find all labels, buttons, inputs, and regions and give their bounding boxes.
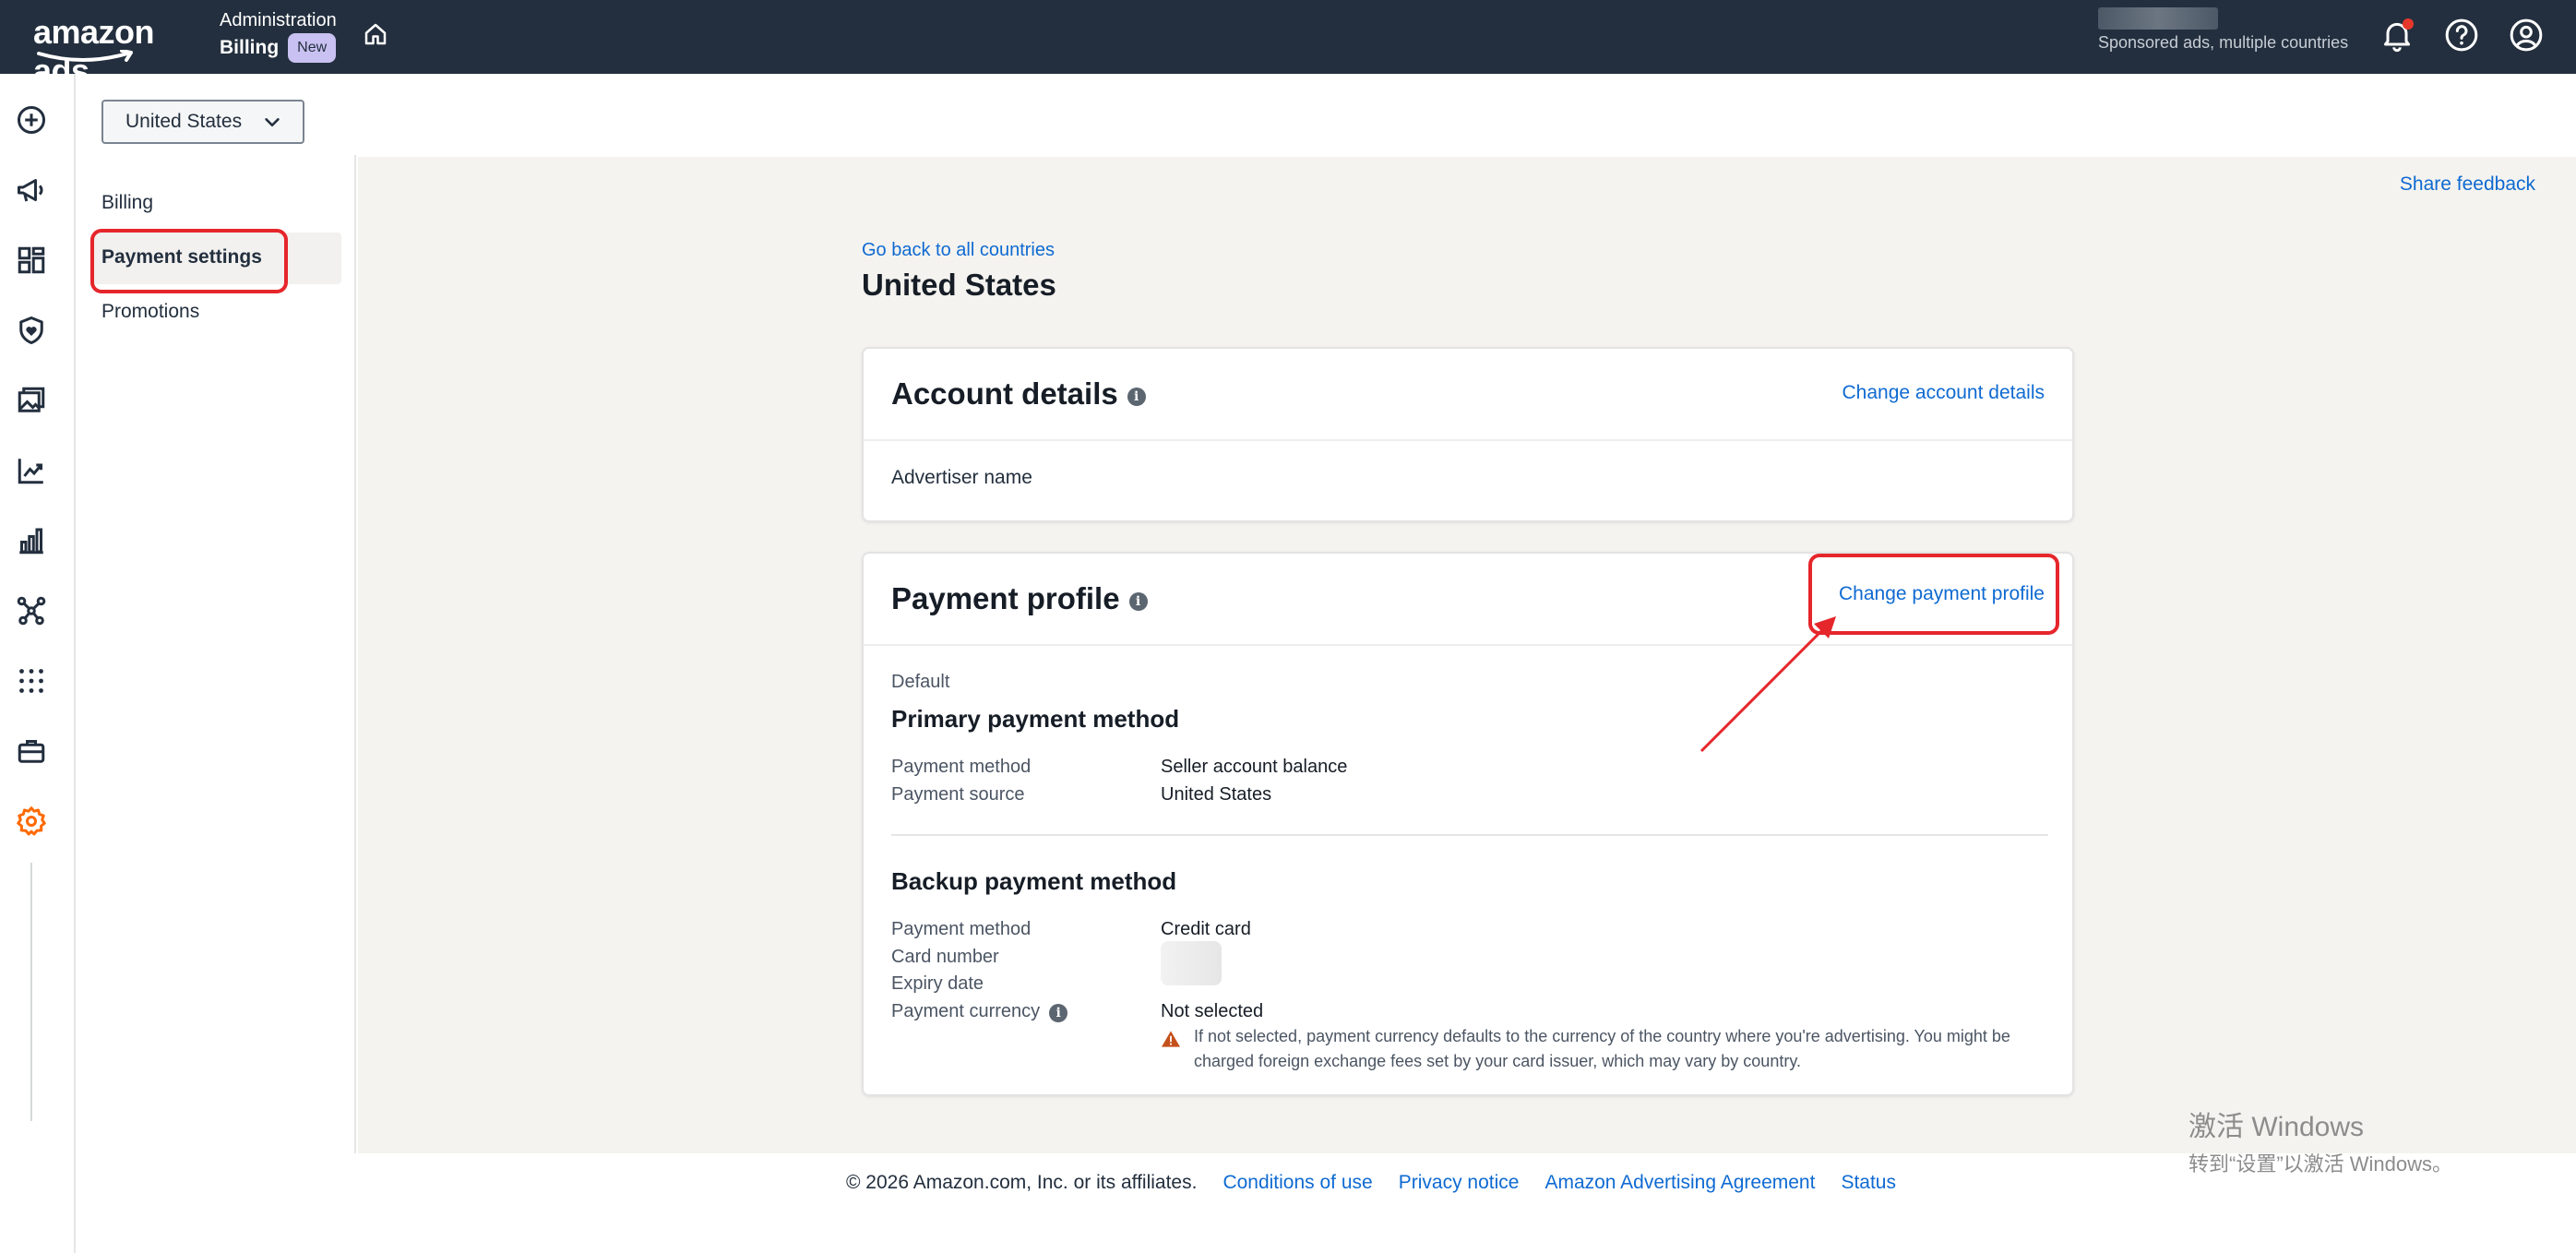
chevron-down-icon (265, 118, 280, 127)
watermark-line-2: 转到“设置”以激活 Windows。 (2188, 1152, 2453, 1175)
breadcrumb-parent[interactable]: Administration (220, 7, 337, 33)
gear-icon[interactable] (15, 805, 48, 838)
help-icon[interactable] (2443, 17, 2480, 54)
dashboard-icon[interactable] (15, 244, 48, 277)
share-feedback-link[interactable]: Share feedback (2400, 173, 2535, 196)
account-switcher[interactable]: Sponsored ads, multiple countries (2098, 7, 2348, 53)
top-navigation-bar: amazon ads Administration Billing New Sp… (0, 0, 2576, 90)
breadcrumb-current-label: Billing (220, 37, 280, 58)
megaphone-icon[interactable] (15, 173, 48, 207)
payment-profile-title-text: Payment profile (891, 581, 1120, 615)
back-to-all-countries-link[interactable]: Go back to all countries (862, 240, 1055, 261)
account-name-redacted (2098, 7, 2218, 30)
account-details-header: Account details i Change account details (864, 349, 2072, 441)
page-footer: © 2026 Amazon.com, Inc. or its affiliate… (0, 1172, 2576, 1218)
annotation-arrow-icon (1699, 616, 1836, 753)
currency-warning-text: If not selected, payment currency defaul… (1194, 1027, 2010, 1070)
shield-icon[interactable] (15, 314, 48, 347)
primary-method-value: Seller account balance (1161, 757, 1348, 777)
main-content: Share feedback Go back to all countries … (358, 157, 2576, 1153)
briefcase-icon[interactable] (15, 734, 48, 768)
copyright-text: © 2026 Amazon.com, Inc. or its affiliate… (846, 1172, 1198, 1193)
backup-payment-method-title: Backup payment method (891, 867, 1177, 895)
account-details-title: Account details i (891, 376, 1146, 412)
info-icon[interactable]: i (1127, 388, 1146, 406)
user-icon[interactable] (2508, 17, 2545, 54)
billing-subnav: Billing Payment settings Promotions (76, 155, 356, 1153)
country-dropdown-value: United States (125, 111, 243, 132)
rail-divider (30, 863, 32, 1121)
backup-method-value: Credit card (1161, 919, 1251, 939)
backup-method-label: Payment method (891, 919, 1032, 939)
section-divider (891, 834, 2048, 836)
footer-link-privacy[interactable]: Privacy notice (1399, 1172, 1520, 1218)
info-icon[interactable]: i (1049, 1003, 1068, 1022)
footer-link-conditions[interactable]: Conditions of use (1222, 1172, 1372, 1218)
watermark-line-1: 激活 Windows (2188, 1112, 2365, 1142)
home-icon[interactable] (362, 20, 389, 48)
plus-circle-icon[interactable] (15, 103, 48, 137)
advertiser-name-label: Advertiser name (891, 467, 1032, 488)
account-details-title-text: Account details (891, 376, 1118, 411)
footer-link-status[interactable]: Status (1841, 1172, 1896, 1218)
windows-activation-watermark: 激活 Windows 转到“设置”以激活 Windows。 (2188, 1104, 2452, 1177)
expiry-date-label: Expiry date (891, 973, 984, 994)
primary-payment-method-title: Primary payment method (891, 705, 1180, 733)
footer-link-agreement[interactable]: Amazon Advertising Agreement (1544, 1172, 1815, 1218)
country-dropdown[interactable]: United States (101, 100, 304, 144)
image-icon[interactable] (15, 384, 48, 417)
account-details-card: Account details i Change account details… (862, 347, 2074, 522)
new-badge: New (288, 33, 337, 63)
payment-profile-title: Payment profile i (891, 581, 1148, 616)
notification-dot (2403, 18, 2414, 30)
account-subtitle: Sponsored ads, multiple countries (2098, 33, 2349, 52)
payment-currency-label: Payment currency i (891, 1001, 1068, 1022)
card-number-label: Card number (891, 947, 999, 967)
left-icon-rail (0, 74, 76, 1253)
subnav-item-promotions[interactable]: Promotions (101, 301, 199, 323)
payment-currency-value: Not selected (1161, 1001, 1264, 1021)
payment-currency-label-text: Payment currency (891, 1001, 1041, 1021)
card-number-redacted (1161, 941, 1222, 985)
apps-grid-icon[interactable] (15, 664, 48, 698)
breadcrumb-current: Billing New (220, 33, 337, 63)
subnav-item-billing[interactable]: Billing (101, 192, 153, 214)
primary-source-label: Payment source (891, 784, 1025, 805)
network-icon[interactable] (15, 594, 48, 627)
default-label: Default (891, 672, 950, 692)
change-account-details-link[interactable]: Change account details (1843, 382, 2045, 404)
bar-chart-icon[interactable] (15, 524, 48, 557)
bell-icon[interactable] (2379, 17, 2415, 54)
primary-source-value: United States (1161, 784, 1272, 805)
smile-arrow-icon (37, 50, 133, 62)
info-icon[interactable]: i (1128, 592, 1148, 611)
breadcrumb: Administration Billing New (220, 7, 337, 63)
warning-icon (1162, 1031, 1180, 1047)
primary-method-label: Payment method (891, 757, 1032, 777)
amazon-ads-logo[interactable]: amazon ads (33, 13, 199, 90)
trend-icon[interactable] (15, 454, 48, 487)
page-title: United States (862, 268, 1056, 302)
payment-settings-highlight (90, 229, 288, 293)
